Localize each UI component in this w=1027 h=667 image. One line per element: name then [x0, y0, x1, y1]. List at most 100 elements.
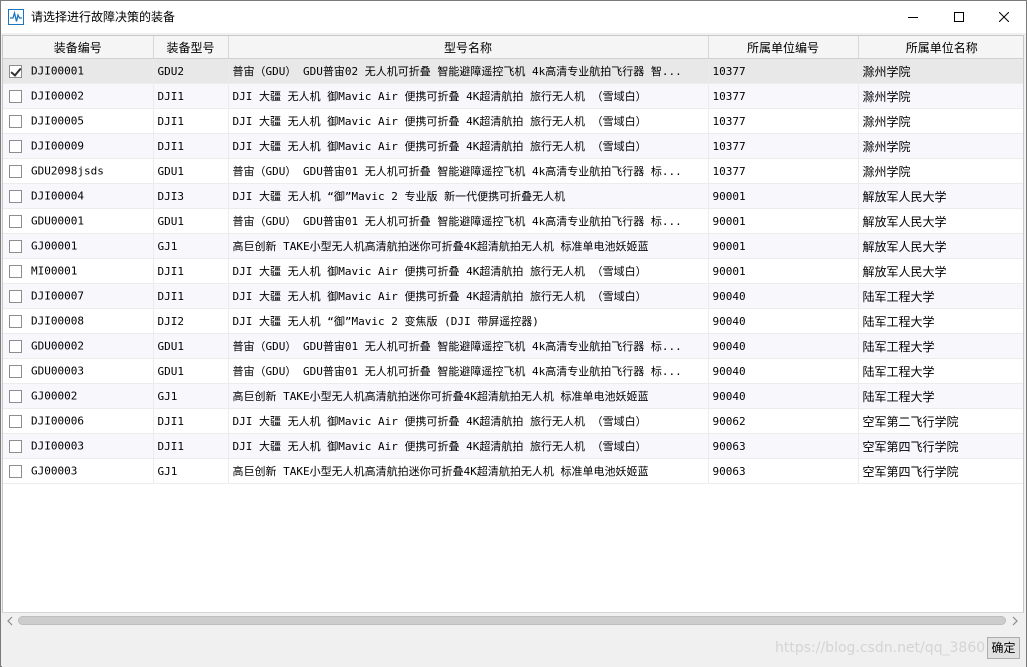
cell-unit-code[interactable]: 90040 — [708, 333, 859, 359]
cell-model-name[interactable]: DJI 大疆 无人机 御Mavic Air 便携可折叠 4K超清航拍 旅行无人机… — [228, 258, 709, 284]
cell-unit-code[interactable]: 10377 — [708, 158, 859, 184]
cell-unit-name[interactable]: 解放军人民大学 — [858, 208, 1023, 234]
cell-model-name[interactable]: 普宙（GDU） GDU普宙01 无人机可折叠 智能避障遥控飞机 4k高清专业航拍… — [228, 208, 709, 234]
cell-code[interactable]: GDU2098jsds — [3, 158, 154, 184]
cell-model-name[interactable]: 普宙（GDU） GDU普宙01 无人机可折叠 智能避障遥控飞机 4k高清专业航拍… — [228, 333, 709, 359]
cell-unit-code[interactable]: 90001 — [708, 258, 859, 284]
table-row[interactable]: DJI00001 GDU2 普宙（GDU） GDU普宙02 无人机可折叠 智能避障遥… — [3, 58, 1023, 84]
cell-code[interactable]: GJ00002 — [3, 383, 154, 409]
cell-model-name[interactable]: DJI 大疆 无人机 御Mavic Air 便携可折叠 4K超清航拍 旅行无人机… — [228, 108, 709, 134]
cell-code[interactable]: GDU00002 — [3, 333, 154, 359]
cell-unit-name[interactable]: 解放军人民大学 — [858, 183, 1023, 209]
cell-model[interactable]: GDU2 — [153, 58, 229, 84]
scroll-left-icon[interactable] — [4, 615, 16, 627]
row-checkbox[interactable] — [9, 314, 22, 328]
cell-unit-code[interactable]: 90063 — [708, 458, 859, 484]
table-row[interactable]: DJI00007 DJI1 DJI 大疆 无人机 御Mavic Air 便携可折叠 … — [3, 283, 1023, 309]
cell-model-name[interactable]: DJI 大疆 无人机 御Mavic Air 便携可折叠 4K超清航拍 旅行无人机… — [228, 83, 709, 109]
cell-code[interactable]: GJ00003 — [3, 458, 154, 484]
row-checkbox[interactable] — [9, 139, 22, 153]
cell-model-name[interactable]: DJI 大疆 无人机 “御”Mavic 2 专业版 新一代便携可折叠无人机 — [228, 183, 709, 209]
table-row[interactable]: MI00001 DJI1 DJI 大疆 无人机 御Mavic Air 便携可折叠 4… — [3, 258, 1023, 284]
cell-unit-code[interactable]: 90062 — [708, 408, 859, 434]
cell-unit-name[interactable]: 解放军人民大学 — [858, 258, 1023, 284]
cell-model-name[interactable]: DJI 大疆 无人机 “御”Mavic 2 变焦版 (DJI 带屏遥控器) — [228, 308, 709, 334]
cell-unit-code[interactable]: 90040 — [708, 358, 859, 384]
cell-model[interactable]: DJI1 — [153, 283, 229, 309]
table-row[interactable]: DJI00009 DJI1 DJI 大疆 无人机 御Mavic Air 便携可折叠 … — [3, 133, 1023, 159]
cell-model[interactable]: GJ1 — [153, 383, 229, 409]
cell-unit-code[interactable]: 10377 — [708, 83, 859, 109]
cell-model[interactable]: DJI1 — [153, 433, 229, 459]
cell-model-name[interactable]: DJI 大疆 无人机 御Mavic Air 便携可折叠 4K超清航拍 旅行无人机… — [228, 283, 709, 309]
column-header-unit-code[interactable]: 所属单位编号 — [708, 36, 859, 59]
cell-unit-name[interactable]: 空军第二飞行学院 — [858, 408, 1023, 434]
cell-model[interactable]: GDU1 — [153, 358, 229, 384]
cell-model[interactable]: DJI1 — [153, 133, 229, 159]
table-row[interactable]: GDU2098jsds GDU1 普宙（GDU） GDU普宙01 无人机可折叠 智能… — [3, 158, 1023, 184]
column-header-code[interactable]: 装备编号 — [3, 36, 154, 59]
cell-code[interactable]: GJ00001 — [3, 233, 154, 259]
cell-unit-code[interactable]: 90040 — [708, 308, 859, 334]
cell-unit-code[interactable]: 90040 — [708, 283, 859, 309]
cell-model[interactable]: DJI1 — [153, 108, 229, 134]
cell-model[interactable]: DJI3 — [153, 183, 229, 209]
table-row[interactable]: DJI00004 DJI3 DJI 大疆 无人机 “御”Mavic 2 专业版 新一… — [3, 183, 1023, 209]
cell-unit-name[interactable]: 滁州学院 — [858, 133, 1023, 159]
cell-unit-name[interactable]: 滁州学院 — [858, 58, 1023, 84]
cell-unit-code[interactable]: 90001 — [708, 208, 859, 234]
cell-model[interactable]: GJ1 — [153, 233, 229, 259]
row-checkbox[interactable] — [9, 364, 22, 378]
row-checkbox[interactable] — [9, 339, 22, 353]
cell-model-name[interactable]: 高巨创新 TAKE小型无人机高清航拍迷你可折叠4K超清航拍无人机 标准单电池妖姬… — [228, 383, 709, 409]
cell-model[interactable]: GJ1 — [153, 458, 229, 484]
cell-unit-name[interactable]: 陆军工程大学 — [858, 283, 1023, 309]
cell-model-name[interactable]: 普宙（GDU） GDU普宙01 无人机可折叠 智能避障遥控飞机 4k高清专业航拍… — [228, 158, 709, 184]
cell-unit-name[interactable]: 陆军工程大学 — [858, 383, 1023, 409]
ok-button[interactable]: 确定 — [987, 637, 1020, 659]
cell-unit-code[interactable]: 90001 — [708, 183, 859, 209]
cell-model-name[interactable]: 普宙（GDU） GDU普宙01 无人机可折叠 智能避障遥控飞机 4k高清专业航拍… — [228, 358, 709, 384]
cell-unit-name[interactable]: 陆军工程大学 — [858, 308, 1023, 334]
table-row[interactable]: GDU00001 GDU1 普宙（GDU） GDU普宙01 无人机可折叠 智能避障遥… — [3, 208, 1023, 234]
cell-code[interactable]: DJI00006 — [3, 408, 154, 434]
row-checkbox[interactable] — [9, 239, 22, 253]
cell-model[interactable]: GDU1 — [153, 333, 229, 359]
row-checkbox[interactable] — [9, 414, 22, 428]
table-row[interactable]: GDU00002 GDU1 普宙（GDU） GDU普宙01 无人机可折叠 智能避障遥… — [3, 333, 1023, 359]
cell-model[interactable]: GDU1 — [153, 208, 229, 234]
cell-model[interactable]: DJI1 — [153, 83, 229, 109]
row-checkbox[interactable] — [9, 189, 22, 203]
cell-unit-name[interactable]: 空军第四飞行学院 — [858, 458, 1023, 484]
cell-code[interactable]: DJI00001 — [3, 58, 154, 84]
row-checkbox[interactable] — [9, 89, 22, 103]
scroll-right-icon[interactable] — [1009, 615, 1021, 627]
cell-code[interactable]: DJI00003 — [3, 433, 154, 459]
table-row[interactable]: GJ00003 GJ1 高巨创新 TAKE小型无人机高清航拍迷你可折叠4K超清航拍无… — [3, 458, 1023, 484]
cell-code[interactable]: DJI00007 — [3, 283, 154, 309]
cell-code[interactable]: DJI00008 — [3, 308, 154, 334]
cell-unit-name[interactable]: 空军第四飞行学院 — [858, 433, 1023, 459]
row-checkbox[interactable] — [9, 64, 22, 78]
maximize-button[interactable] — [936, 1, 982, 33]
table-row[interactable]: DJI00003 DJI1 DJI 大疆 无人机 御Mavic Air 便携可折叠 … — [3, 433, 1023, 459]
cell-unit-code[interactable]: 10377 — [708, 108, 859, 134]
minimize-button[interactable] — [890, 1, 936, 33]
cell-model[interactable]: DJI1 — [153, 258, 229, 284]
cell-model[interactable]: DJI1 — [153, 408, 229, 434]
cell-model[interactable]: DJI2 — [153, 308, 229, 334]
cell-code[interactable]: GDU00001 — [3, 208, 154, 234]
cell-unit-name[interactable]: 滁州学院 — [858, 83, 1023, 109]
cell-unit-code[interactable]: 90001 — [708, 233, 859, 259]
cell-unit-code[interactable]: 90040 — [708, 383, 859, 409]
cell-code[interactable]: DJI00005 — [3, 108, 154, 134]
column-header-unit-name[interactable]: 所属单位名称 — [858, 36, 1023, 59]
cell-model-name[interactable]: 高巨创新 TAKE小型无人机高清航拍迷你可折叠4K超清航拍无人机 标准单电池妖姬… — [228, 458, 709, 484]
table-row[interactable]: GJ00002 GJ1 高巨创新 TAKE小型无人机高清航拍迷你可折叠4K超清航拍无… — [3, 383, 1023, 409]
cell-unit-code[interactable]: 90063 — [708, 433, 859, 459]
scrollbar-thumb[interactable] — [18, 616, 1006, 625]
cell-code[interactable]: GDU00003 — [3, 358, 154, 384]
row-checkbox[interactable] — [9, 264, 22, 278]
cell-code[interactable]: MI00001 — [3, 258, 154, 284]
horizontal-scrollbar[interactable] — [2, 612, 1024, 628]
